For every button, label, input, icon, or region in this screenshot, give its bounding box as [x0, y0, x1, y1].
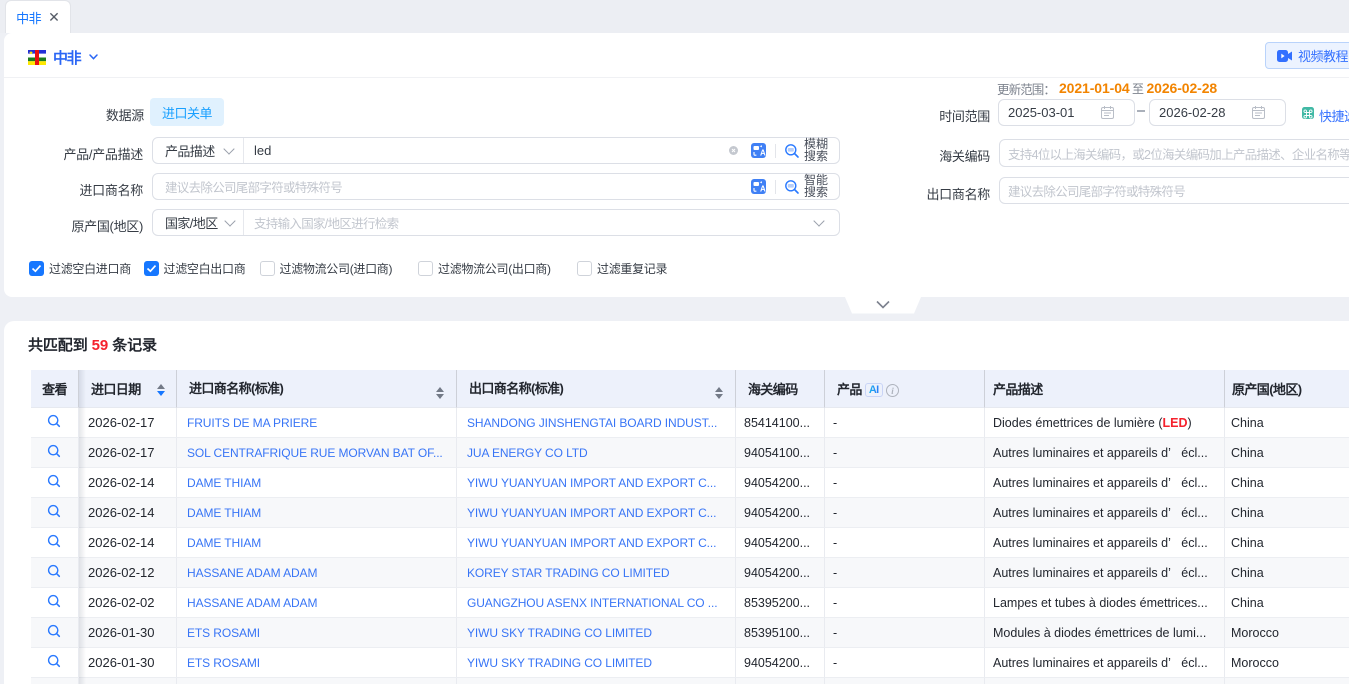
svg-text:A: A: [760, 149, 766, 158]
svg-text:A: A: [760, 185, 766, 194]
